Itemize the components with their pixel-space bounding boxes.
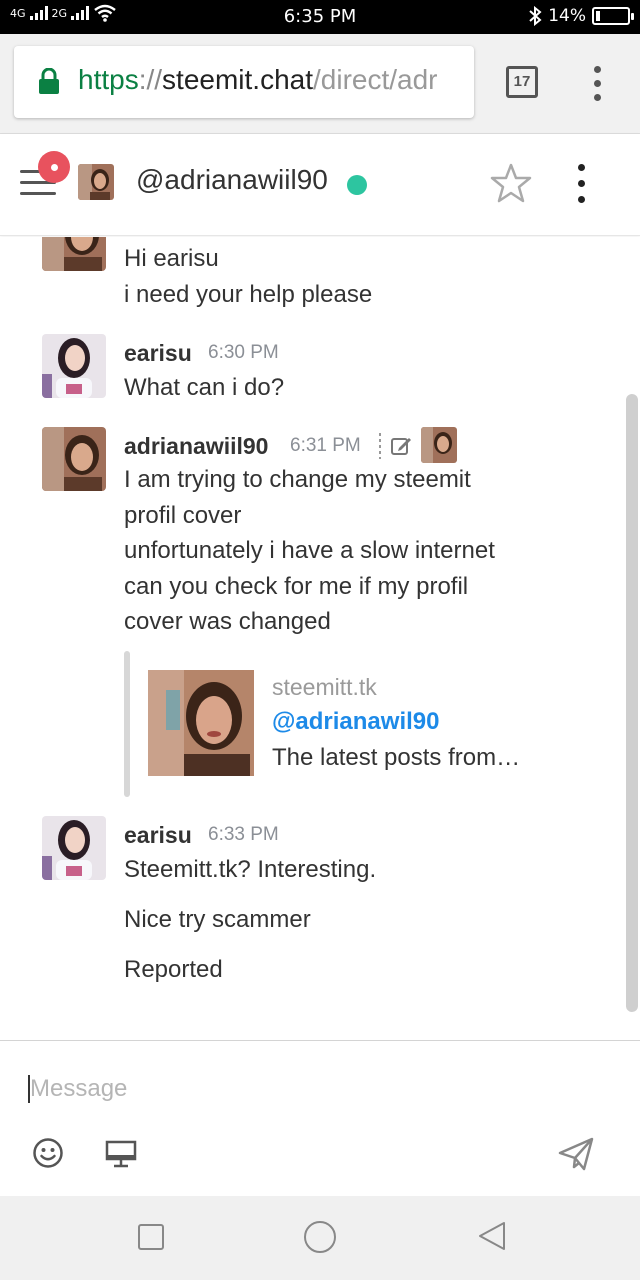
avatar[interactable]	[78, 164, 114, 200]
lock-icon	[39, 68, 59, 94]
message-text: can you check for me if my profil	[124, 573, 469, 600]
message-text: What can i do?	[124, 374, 285, 401]
recent-apps-button[interactable]	[138, 1224, 164, 1250]
screen-share-icon[interactable]	[104, 1139, 138, 1169]
link-preview-image[interactable]	[148, 670, 254, 776]
link-preview-site: steemitt.tk	[272, 674, 377, 700]
message-timestamp: 6:33 PM	[208, 824, 279, 845]
avatar[interactable]	[42, 334, 106, 398]
avatar-photo	[42, 427, 106, 491]
message-text: Nice try scammer	[124, 906, 311, 933]
avatar-photo	[78, 164, 114, 200]
message-text: profil cover	[124, 502, 242, 529]
more-vertical-icon[interactable]	[572, 162, 592, 206]
message-author[interactable]: earisu	[124, 340, 192, 367]
battery-percent: 14%	[548, 6, 586, 26]
android-navigation-bar	[0, 1196, 640, 1280]
battery-icon	[592, 7, 634, 25]
message-author[interactable]: earisu	[124, 822, 192, 849]
url-host: steemit.chat	[162, 64, 313, 95]
link-preview-title[interactable]: @adrianawil90	[272, 708, 439, 736]
avatar[interactable]	[42, 237, 106, 271]
message-timestamp: 6:30 PM	[208, 342, 279, 363]
edit-icon[interactable]	[390, 435, 412, 457]
message-text: unfortunately i have a slow internet	[124, 537, 495, 564]
message-text: Reported	[124, 956, 223, 983]
home-button[interactable]	[304, 1221, 336, 1253]
star-icon[interactable]	[490, 162, 532, 204]
message-text: cover was changed	[124, 608, 331, 635]
message-input[interactable]	[30, 1071, 590, 1107]
url-scheme: https	[78, 64, 139, 95]
emoji-icon[interactable]	[32, 1137, 64, 1169]
link-preview-description: The latest posts from…	[272, 744, 521, 771]
message-text: Hi earisu	[124, 245, 219, 272]
chat-header: @adrianawiil90	[0, 134, 640, 236]
notification-badge	[38, 151, 70, 183]
url-path: /direct/adr	[313, 64, 438, 95]
avatar-photo	[42, 334, 106, 398]
online-status-icon	[347, 175, 367, 195]
battery-level	[596, 11, 600, 21]
bluetooth-icon	[529, 6, 542, 26]
avatar-photo	[42, 237, 106, 271]
read-receipt-avatar	[421, 427, 457, 463]
message-author[interactable]: adrianawiil90	[124, 433, 268, 460]
message-text: i need your help please	[124, 281, 373, 308]
browser-menu-button[interactable]	[588, 64, 608, 104]
url-separator: ://	[138, 64, 163, 95]
back-button[interactable]	[476, 1220, 508, 1252]
address-bar[interactable]: https://steemit.chat/direct/adr	[14, 46, 474, 118]
chat-username: @adrianawiil90	[136, 164, 328, 195]
message-timestamp: 6:31 PM	[290, 435, 361, 456]
divider	[379, 433, 381, 459]
scrollbar[interactable]	[626, 394, 638, 1012]
tab-switcher-button[interactable]: 17	[506, 66, 538, 98]
link-preview-bar	[124, 651, 130, 797]
url-text[interactable]: https://steemit.chat/direct/adr	[78, 64, 458, 96]
send-icon[interactable]	[558, 1137, 594, 1171]
avatar[interactable]	[42, 427, 106, 491]
status-bar: 4G 2G 6:35 PM 14%	[0, 0, 640, 34]
avatar[interactable]	[42, 816, 106, 880]
message-text: I am trying to change my steemit	[124, 466, 471, 493]
preview-photo	[148, 670, 254, 776]
avatar-photo	[421, 427, 457, 463]
browser-toolbar: https://steemit.chat/direct/adr 17	[0, 34, 640, 134]
message-composer	[0, 1040, 640, 1196]
status-right: 14%	[528, 6, 634, 26]
message-list[interactable]: Hi earisu i need your help please earisu…	[0, 237, 640, 1040]
avatar-photo	[42, 816, 106, 880]
message-text: Steemitt.tk? Interesting.	[124, 856, 377, 883]
